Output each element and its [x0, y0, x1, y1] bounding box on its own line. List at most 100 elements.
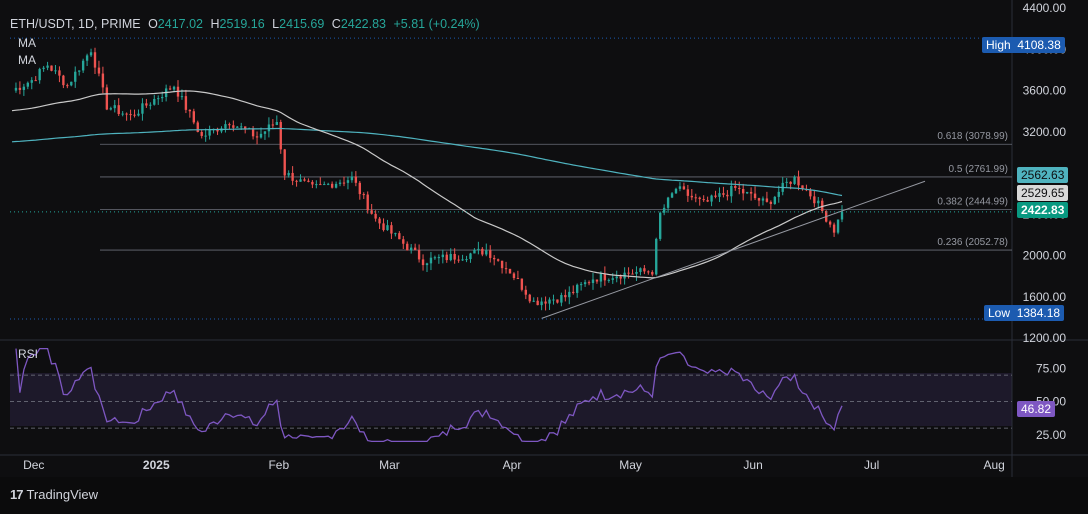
- price-tick-label: 2000.00: [1023, 249, 1067, 263]
- candle-body: [295, 180, 298, 182]
- candle-body: [386, 225, 389, 231]
- low-tag-label: Low: [988, 306, 1011, 320]
- candle-body: [58, 70, 61, 76]
- fib-level-label: 0.5 (2761.99): [949, 164, 1009, 175]
- candle-body: [576, 284, 579, 293]
- candle-body: [129, 114, 132, 116]
- candle-body: [101, 73, 105, 88]
- candle-body: [315, 184, 318, 186]
- candle-body: [710, 195, 713, 202]
- candle-body: [38, 68, 41, 81]
- candle-body: [145, 103, 148, 106]
- candle-body: [599, 273, 603, 282]
- candle-body: [607, 279, 610, 281]
- candle-body: [78, 70, 81, 72]
- candle-body: [777, 191, 780, 197]
- candle-body: [354, 176, 358, 183]
- candle-body: [726, 194, 729, 197]
- candle-body: [125, 113, 128, 115]
- candle-body: [105, 87, 109, 110]
- candle-body: [469, 253, 472, 260]
- last-price-tag: 2422.83: [1017, 202, 1069, 218]
- candle-body: [465, 259, 468, 261]
- candle-body: [168, 88, 172, 90]
- candle-body: [50, 65, 53, 71]
- candle-body: [666, 197, 670, 208]
- candle-body: [350, 176, 354, 181]
- candle-body: [188, 109, 192, 112]
- candle-body: [398, 233, 401, 240]
- candle-body: [556, 299, 559, 303]
- candle-body: [496, 259, 500, 261]
- candle-body: [832, 224, 836, 233]
- candle-body: [757, 198, 761, 201]
- symbol-label[interactable]: ETH/USDT, 1D, PRIME: [10, 17, 141, 31]
- candle-body: [722, 193, 725, 195]
- ma-indicator-label-1[interactable]: MA: [18, 36, 36, 50]
- candle-body: [342, 182, 346, 184]
- candle-body: [753, 193, 757, 199]
- candle-body: [34, 80, 37, 82]
- tradingview-brand[interactable]: 17 TradingView: [10, 487, 98, 502]
- candle-body: [196, 122, 199, 132]
- candle-body: [813, 196, 816, 204]
- price-tick-label: 3600.00: [1023, 84, 1067, 98]
- candle-body: [66, 85, 69, 87]
- candle-body: [327, 183, 330, 185]
- candle-body: [267, 124, 271, 132]
- high-tag-value: 4108.38: [1017, 38, 1061, 52]
- candle-body: [651, 272, 654, 275]
- candle-body: [678, 186, 682, 189]
- candle-body: [552, 299, 555, 301]
- candle-body: [113, 105, 116, 109]
- candle-body: [548, 299, 551, 304]
- candle-body: [840, 211, 844, 220]
- candle-body: [283, 149, 286, 176]
- fib-level-label: 0.236 (2052.78): [937, 237, 1008, 248]
- low-tag-value: 1384.18: [1016, 306, 1061, 320]
- candle-body: [157, 98, 160, 100]
- time-tick-label: Mar: [379, 458, 400, 472]
- candle-body: [413, 247, 417, 251]
- candle-body: [362, 194, 365, 196]
- candle-body: [263, 131, 267, 134]
- high-tag-label: High: [986, 38, 1011, 52]
- fib-level-label: 0.382 (2444.99): [937, 197, 1008, 208]
- candle-body: [97, 67, 101, 74]
- candle-body: [670, 193, 674, 198]
- candle-body: [259, 133, 263, 138]
- candle-body: [232, 125, 235, 128]
- candle-body: [583, 282, 587, 285]
- chart-canvas[interactable]: 4400.004000.003600.003200.002800.002400.…: [0, 0, 1088, 514]
- candle-body: [659, 212, 662, 239]
- candle-body: [520, 278, 524, 290]
- candle-body: [544, 301, 547, 304]
- candle-body: [172, 86, 176, 90]
- brand-name: TradingView: [26, 487, 99, 502]
- candle-body: [161, 96, 164, 99]
- candle-body: [745, 191, 749, 194]
- candle-body: [346, 180, 350, 183]
- candle-body: [749, 191, 753, 194]
- candle-body: [591, 279, 595, 283]
- ma-indicator-label-2[interactable]: MA: [18, 53, 36, 67]
- candle-body: [287, 172, 290, 176]
- time-tick-label: Jun: [743, 458, 762, 472]
- candle-body: [694, 197, 697, 199]
- candle-body: [785, 181, 788, 183]
- candle-body: [303, 179, 306, 181]
- candle-body: [457, 259, 460, 261]
- candle-body: [568, 291, 571, 298]
- candle-body: [54, 70, 57, 72]
- rsi-band-fill: [10, 373, 1012, 426]
- candle-body: [485, 250, 488, 255]
- open-value: 2417.02: [157, 17, 203, 31]
- candle-body: [410, 247, 413, 251]
- candle-body: [682, 186, 686, 190]
- candle-body: [89, 52, 93, 56]
- rsi-indicator-label[interactable]: RSI: [18, 347, 38, 361]
- candle-body: [493, 257, 496, 260]
- candle-body: [109, 108, 112, 110]
- candle-body: [449, 253, 452, 261]
- candle-body: [437, 257, 441, 259]
